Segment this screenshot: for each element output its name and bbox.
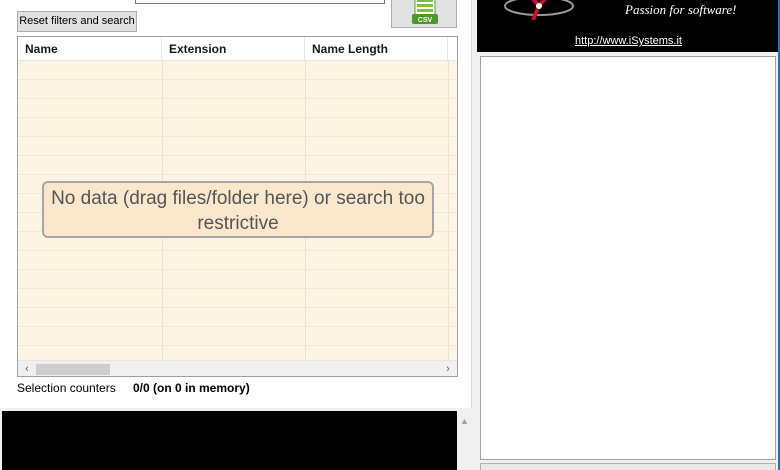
column-header-name[interactable]: Name [18, 37, 162, 61]
horizontal-scrollbar[interactable]: ‹ › [18, 360, 457, 376]
file-list-panel: Reset filters and search CSV Name Extens… [0, 0, 472, 408]
column-header-next[interactable] [448, 37, 457, 61]
export-csv-button[interactable]: CSV [391, 0, 457, 28]
selection-counters-value: 0/0 (on 0 in memory) [133, 381, 250, 395]
column-header-extension[interactable]: Extension [162, 37, 305, 61]
column-header-name-length[interactable]: Name Length [305, 37, 448, 61]
empty-data-message: No data (drag files/folder here) or sear… [42, 181, 434, 238]
file-grid[interactable]: Name Extension Name Length No data (drag… [17, 36, 458, 377]
grid-header: Name Extension Name Length [18, 37, 457, 61]
scroll-right-arrow-icon[interactable]: › [441, 361, 455, 376]
column-divider [448, 61, 449, 361]
scroll-up-arrow-icon[interactable]: ▲ [457, 415, 472, 427]
preview-area [2, 411, 457, 470]
scroll-left-arrow-icon[interactable]: ‹ [20, 361, 34, 376]
details-panel [480, 56, 776, 460]
search-input[interactable] [135, 0, 385, 4]
selection-counters-label: Selection counters [17, 381, 116, 395]
scrollbar-thumb[interactable] [36, 364, 110, 375]
website-link[interactable]: http://www.iSystems.it [477, 34, 780, 48]
isystems-logo [504, 0, 574, 20]
logo-banner: Passion for software! http://www.iSystem… [477, 0, 780, 52]
brand-tagline: Passion for software! [625, 2, 737, 17]
vertical-scrollbar[interactable]: ▲ [457, 411, 472, 470]
csv-file-icon: CSV [412, 0, 438, 24]
csv-icon-label: CSV [418, 17, 433, 24]
details-panel-footer [480, 463, 776, 470]
reset-filters-button[interactable]: Reset filters and search [17, 11, 137, 32]
